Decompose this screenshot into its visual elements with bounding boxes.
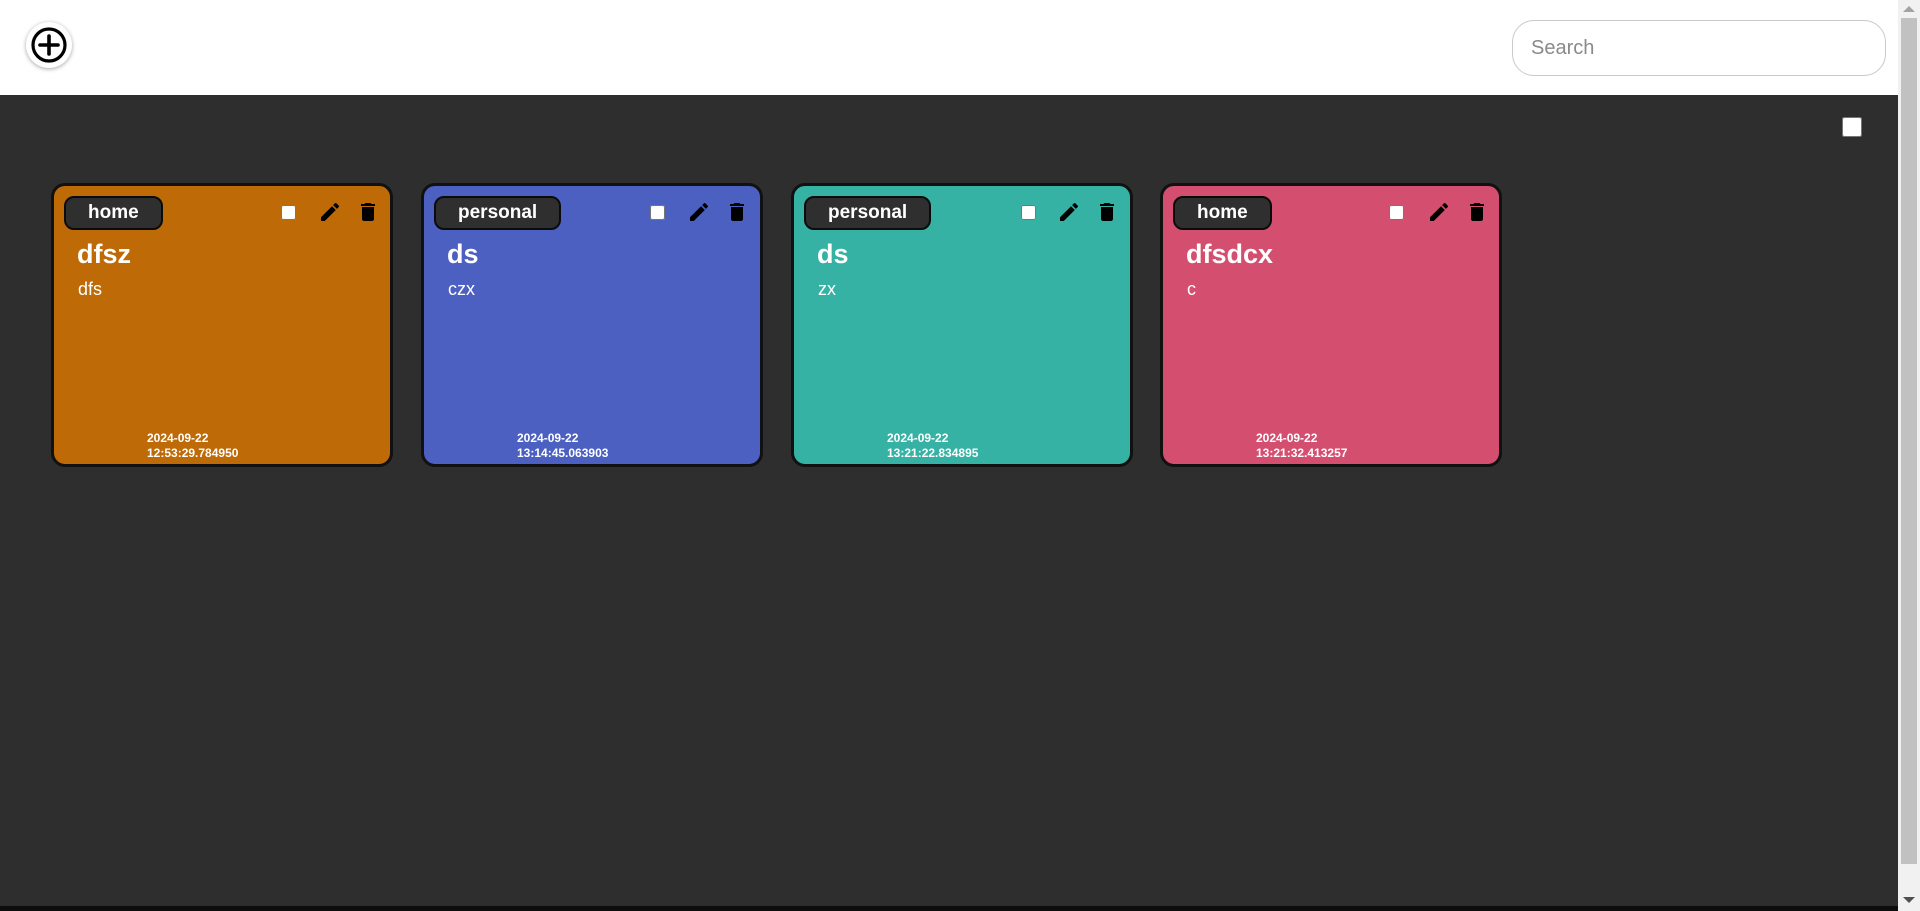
bottom-edge — [0, 906, 1898, 911]
scrollbar-thumb[interactable] — [1901, 18, 1917, 864]
note-card: personal ds zx 2024-09-22 13:21:22.83489… — [791, 183, 1133, 467]
note-time: 12:53:29.784950 — [147, 446, 239, 460]
note-date: 2024-09-22 — [1256, 431, 1318, 445]
note-card: personal ds czx 2024-09-22 13:14:45.0639… — [421, 183, 763, 467]
note-title: ds — [447, 239, 479, 269]
note-description: czx — [448, 279, 475, 299]
note-timestamp: 2024-09-22 12:53:29.784950 — [147, 431, 238, 461]
note-date: 2024-09-22 — [147, 431, 209, 445]
plus-circle-icon — [31, 27, 67, 63]
note-select-checkbox[interactable] — [1389, 205, 1404, 220]
note-time: 13:21:32.413257 — [1256, 446, 1348, 460]
note-select-checkbox[interactable] — [650, 205, 665, 220]
scroll-up-arrow-icon[interactable] — [1903, 6, 1915, 12]
note-timestamp: 2024-09-22 13:21:22.834895 — [887, 431, 978, 461]
page: home dfsz dfs 2024-09-22 12:53:29.784950… — [0, 0, 1920, 911]
note-title: dfsdcx — [1186, 239, 1274, 269]
note-select-checkbox[interactable] — [1021, 205, 1036, 220]
note-card: home dfsz dfs 2024-09-22 12:53:29.784950 — [51, 183, 393, 467]
note-timestamp: 2024-09-22 13:21:32.413257 — [1256, 431, 1347, 461]
edit-icon[interactable] — [1427, 200, 1451, 224]
note-title: dfsz — [77, 239, 131, 269]
note-timestamp: 2024-09-22 13:14:45.063903 — [517, 431, 608, 461]
note-time: 13:21:22.834895 — [887, 446, 979, 460]
trash-icon[interactable] — [1465, 200, 1489, 224]
scroll-down-arrow-icon[interactable] — [1903, 897, 1915, 903]
top-bar — [0, 0, 1898, 95]
edit-icon[interactable] — [1057, 200, 1081, 224]
edit-icon[interactable] — [687, 200, 711, 224]
select-all-checkbox[interactable] — [1842, 117, 1862, 137]
note-date: 2024-09-22 — [887, 431, 949, 445]
search-input[interactable] — [1512, 20, 1886, 76]
note-description: c — [1187, 279, 1196, 299]
note-tag[interactable]: home — [64, 196, 163, 230]
note-description: dfs — [78, 279, 103, 299]
trash-icon[interactable] — [1095, 200, 1119, 224]
trash-icon[interactable] — [356, 200, 380, 224]
note-time: 13:14:45.063903 — [517, 446, 609, 460]
note-tag[interactable]: personal — [434, 196, 562, 230]
note-date: 2024-09-22 — [517, 431, 579, 445]
note-select-checkbox[interactable] — [281, 205, 296, 220]
note-tag[interactable]: personal — [804, 196, 932, 230]
vertical-scrollbar[interactable] — [1898, 0, 1920, 911]
trash-icon[interactable] — [725, 200, 749, 224]
note-description: zx — [818, 279, 836, 299]
note-card: home dfsdcx c 2024-09-22 13:21:32.413257 — [1160, 183, 1502, 467]
add-note-button[interactable] — [26, 22, 72, 68]
edit-icon[interactable] — [318, 200, 342, 224]
note-tag[interactable]: home — [1173, 196, 1272, 230]
note-title: ds — [817, 239, 849, 269]
